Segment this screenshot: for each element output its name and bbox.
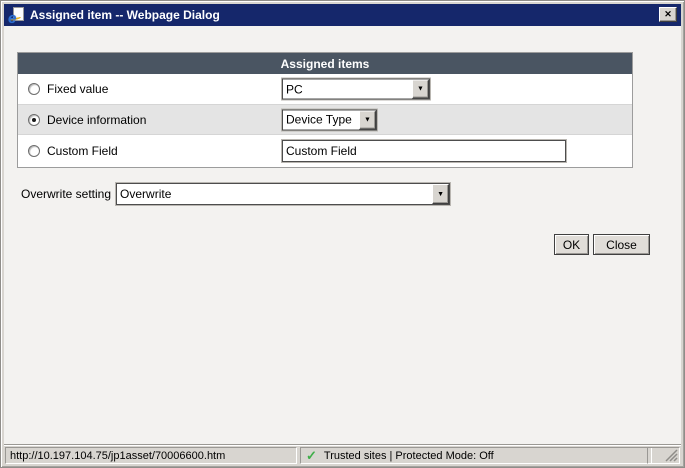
overwrite-setting-selected-option: Overwrite <box>117 184 432 204</box>
fixed-value-label: Fixed value <box>47 82 108 96</box>
resize-grip-icon <box>664 448 678 462</box>
resize-grip[interactable] <box>647 447 680 464</box>
overwrite-setting-select[interactable]: Overwrite ▼ <box>116 183 450 205</box>
custom-field-label: Custom Field <box>47 144 118 158</box>
table-row-fixed-value: Fixed value PC ▼ <box>18 74 632 104</box>
close-window-button[interactable]: ✕ <box>659 7 677 22</box>
radio-fixed-value[interactable] <box>28 83 40 95</box>
fixed-value-selected-option: PC <box>283 80 412 99</box>
check-icon: ✓ <box>306 448 317 464</box>
status-bar: http://10.197.104.75/jp1asset/70006600.h… <box>4 444 681 464</box>
chevron-down-icon[interactable]: ▼ <box>412 80 429 99</box>
webpage-dialog-window: e Assigned item -- Webpage Dialog ✕ Assi… <box>0 0 685 468</box>
table-row-custom-field: Custom Field <box>18 134 632 167</box>
internet-explorer-icon: e <box>8 7 24 23</box>
dialog-body: Assigned items Fixed value PC ▼ Device i… <box>4 26 681 444</box>
table-row-device-information: Device information Device Type ▼ <box>18 104 632 134</box>
device-information-label: Device information <box>47 113 146 127</box>
chevron-down-icon[interactable]: ▼ <box>432 184 449 204</box>
status-url: http://10.197.104.75/jp1asset/70006600.h… <box>5 447 297 464</box>
overwrite-setting-row: Overwrite setting Overwrite ▼ <box>21 183 450 205</box>
ok-button[interactable]: OK <box>554 234 589 255</box>
device-information-select[interactable]: Device Type ▼ <box>282 109 377 130</box>
fixed-value-select[interactable]: PC ▼ <box>282 79 430 100</box>
close-button[interactable]: Close <box>593 234 650 255</box>
radio-custom-field[interactable] <box>28 145 40 157</box>
security-zone-text: Trusted sites | Protected Mode: Off <box>324 450 494 462</box>
radio-device-information[interactable] <box>28 114 40 126</box>
custom-field-input[interactable] <box>282 140 566 162</box>
assigned-items-table: Assigned items Fixed value PC ▼ Device i… <box>17 52 633 168</box>
table-header: Assigned items <box>18 53 632 74</box>
overwrite-setting-label: Overwrite setting <box>21 187 111 201</box>
chevron-down-icon[interactable]: ▼ <box>359 110 376 129</box>
security-zone-status: ✓ Trusted sites | Protected Mode: Off <box>300 447 652 464</box>
device-information-selected-option: Device Type <box>283 110 359 129</box>
title-bar[interactable]: e Assigned item -- Webpage Dialog ✕ <box>4 4 681 26</box>
close-icon: ✕ <box>664 9 672 20</box>
window-title: Assigned item -- Webpage Dialog <box>30 8 220 22</box>
